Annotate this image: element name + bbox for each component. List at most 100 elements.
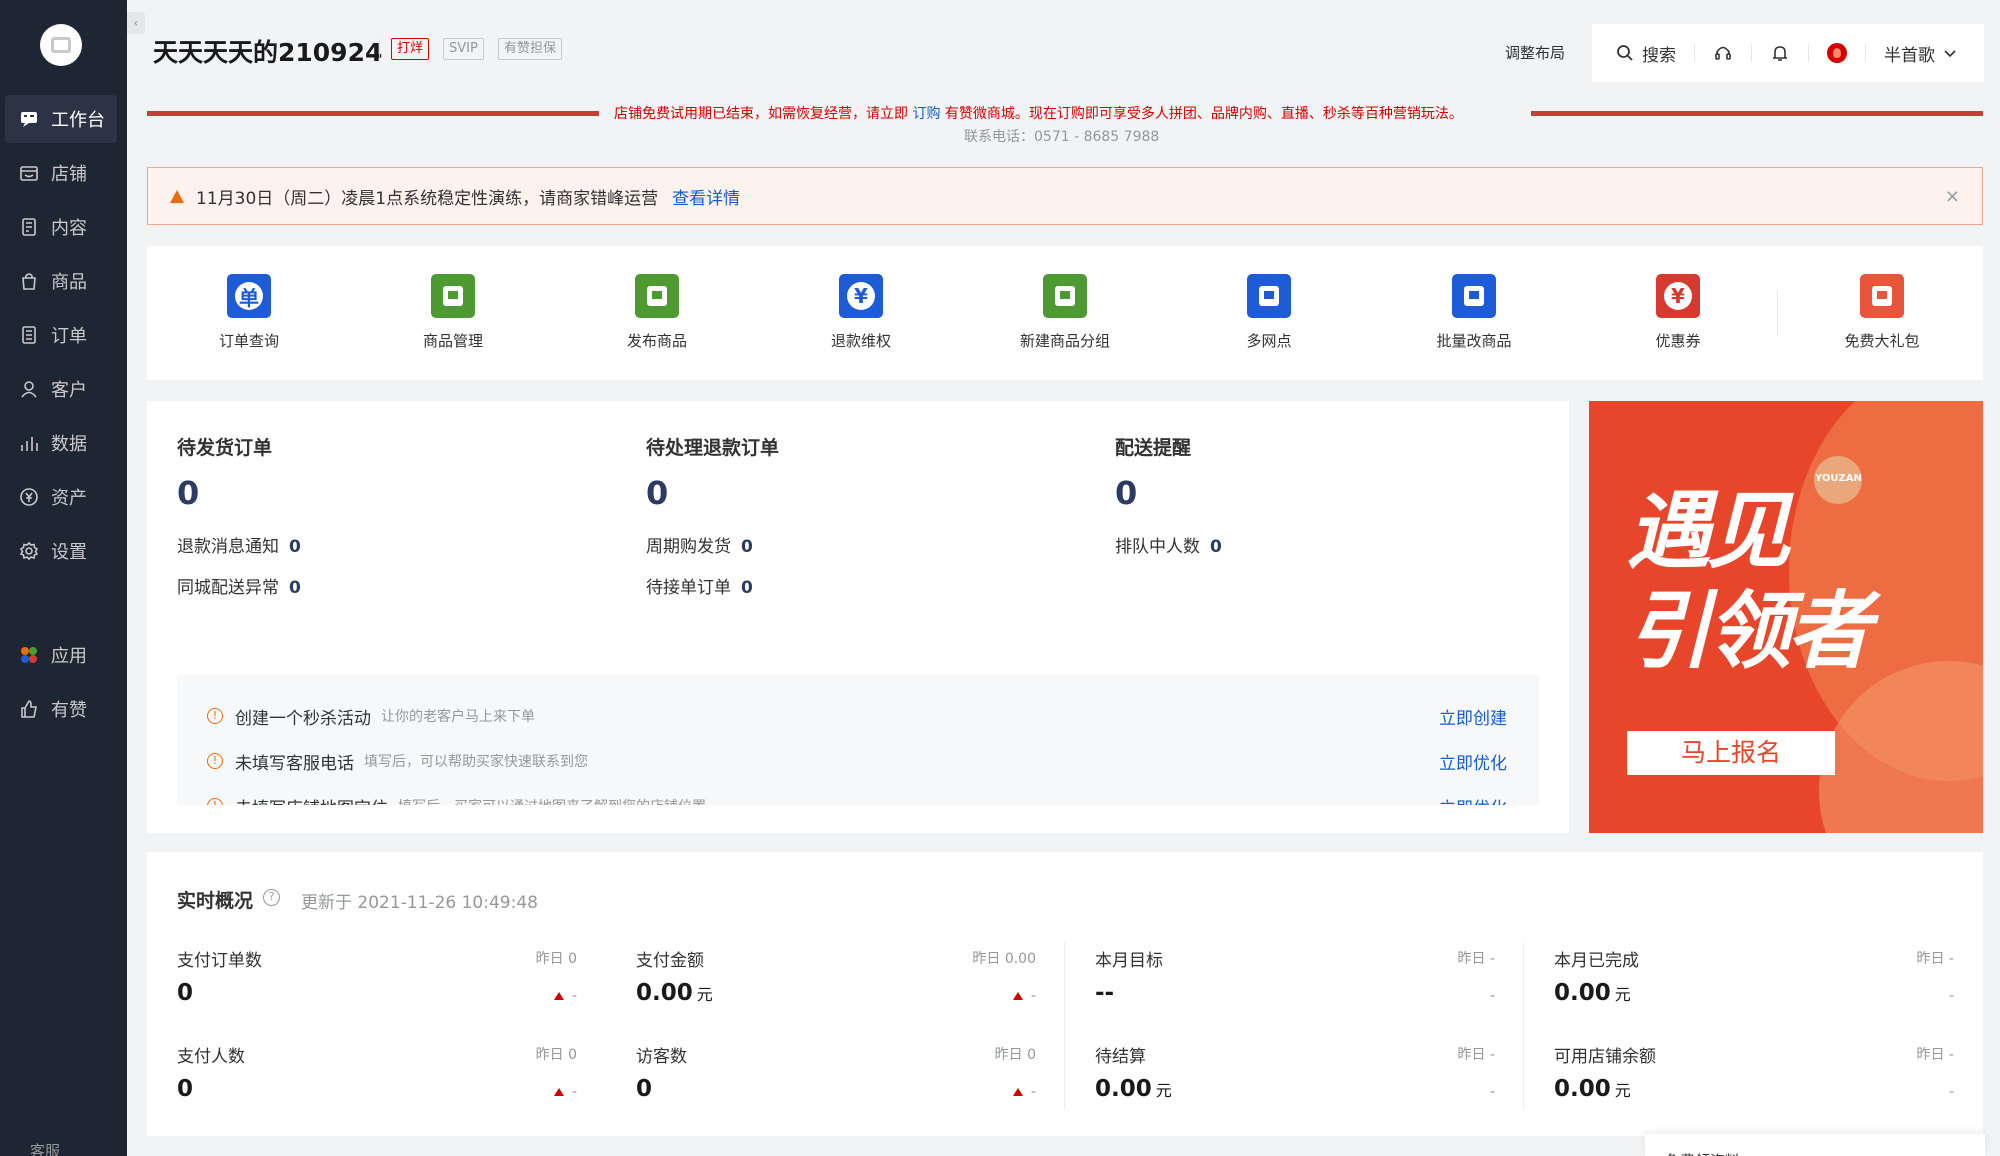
sidebar-item-workbench[interactable]: 工作台: [5, 95, 117, 143]
sidebar-collapse-button[interactable]: ‹: [127, 12, 145, 34]
close-icon[interactable]: ×: [1945, 186, 1960, 207]
tip-title: 创建一个秒杀活动: [235, 704, 371, 729]
sidebar-item-customer[interactable]: 客户: [5, 365, 117, 413]
optimize-now-link[interactable]: 立即优化: [1439, 794, 1507, 806]
pending-row[interactable]: 周期购发货0: [646, 532, 779, 557]
adjust-layout-button[interactable]: 调整布局: [1505, 42, 1565, 63]
publish-goods-icon: [635, 274, 679, 318]
quick-action-label: 新建商品分组: [985, 330, 1145, 351]
quick-action-label: 发布商品: [577, 330, 737, 351]
top-toolbar: 搜索 半首歌: [1592, 24, 1984, 82]
metric-card[interactable]: 支付人数昨日 00-: [177, 1042, 577, 1122]
quick-action-coupon[interactable]: ¥ 优惠券: [1598, 274, 1758, 351]
headset-icon[interactable]: [1713, 43, 1733, 63]
sidebar-item-asset[interactable]: 资产: [5, 473, 117, 521]
pending-row[interactable]: 退款消息通知0: [177, 532, 301, 557]
info-icon: !: [207, 798, 223, 805]
quick-action-label: 多网点: [1189, 330, 1349, 351]
quick-actions-divider: [1777, 290, 1778, 336]
quick-action-goods-group[interactable]: 新建商品分组: [985, 274, 1145, 351]
tip-item: ! 创建一个秒杀活动 让你的老客户马上来下单 立即创建: [207, 704, 1507, 728]
quick-action-goods-manage[interactable]: 商品管理: [373, 274, 533, 351]
metric-label: 支付订单数: [177, 946, 262, 971]
bell-icon[interactable]: [1770, 43, 1790, 63]
metric-value: 0.00元: [636, 980, 713, 1006]
banner-headline-line2: 引领者: [1627, 581, 1867, 681]
pending-count[interactable]: 0: [177, 474, 301, 512]
metric-card[interactable]: 待结算昨日 -0.00元-: [1095, 1042, 1495, 1122]
header-divider: [379, 39, 380, 57]
pending-title[interactable]: 待发货订单: [177, 433, 301, 460]
create-now-link[interactable]: 立即创建: [1439, 704, 1507, 729]
trend-up-icon: [554, 992, 564, 1000]
pending-count[interactable]: 0: [646, 474, 779, 512]
metric-card[interactable]: 本月目标昨日 ----: [1095, 946, 1495, 1026]
metric-change: -: [1013, 1084, 1036, 1100]
trial-divider-left: [147, 111, 599, 116]
metric-card[interactable]: 访客数昨日 00-: [636, 1042, 1036, 1122]
sidebar-item-youzan[interactable]: 有赞: [5, 685, 117, 733]
pending-column: 配送提醒 0 排队中人数0: [1115, 433, 1222, 557]
pending-row-label: 退款消息通知: [177, 537, 279, 557]
optimize-now-link[interactable]: 立即优化: [1439, 749, 1507, 774]
pending-row-value: 0: [289, 578, 301, 598]
metric-change: -: [1013, 988, 1036, 1004]
updated-timestamp: 更新于 2021-11-26 10:49:48: [301, 888, 538, 913]
pending-title[interactable]: 待处理退款订单: [646, 433, 779, 460]
pending-row[interactable]: 待接单订单0: [646, 573, 779, 598]
subscribe-link[interactable]: 订购: [912, 106, 940, 122]
metric-value: 0.00元: [1095, 1076, 1172, 1102]
customer-service-link[interactable]: 客服: [30, 1140, 60, 1156]
promo-banner[interactable]: YOUZAN 遇见 引领者 马上报名: [1589, 401, 1983, 833]
help-icon[interactable]: ?: [263, 889, 280, 906]
banner-headline: 遇见 引领者: [1627, 481, 1867, 681]
quick-action-label: 优惠券: [1598, 330, 1758, 351]
quick-action-refund[interactable]: ¥退款维权: [781, 274, 941, 351]
sidebar-item-store[interactable]: 店铺: [5, 149, 117, 197]
trial-text-after: 有赞微商城。现在订购即可享受多人拼团、品牌内购、直播、秒杀等百种营销玩法。: [945, 106, 1463, 122]
metric-yesterday: 昨日 -: [1916, 1044, 1954, 1064]
sidebar-item-order[interactable]: 订单: [5, 311, 117, 359]
sidebar-item-settings[interactable]: 设置: [5, 527, 117, 575]
sidebar-item-content[interactable]: 内容: [5, 203, 117, 251]
coupon-icon: ¥: [1656, 274, 1700, 318]
quick-actions-panel: 单订单查询商品管理 发布商品 ¥退款维权新建商品分组 多网点 批量改商品 ¥ 优惠券 免费大礼…: [147, 246, 1983, 380]
sidebar-item-goods[interactable]: 商品: [5, 257, 117, 305]
quick-action-publish-goods[interactable]: 发布商品: [577, 274, 737, 351]
pending-title[interactable]: 配送提醒: [1115, 433, 1222, 460]
search-button[interactable]: 搜索: [1616, 41, 1676, 66]
trend-up-icon: [554, 1088, 564, 1096]
data-icon: [19, 433, 39, 453]
metric-card[interactable]: 本月已完成昨日 -0.00元-: [1554, 946, 1954, 1026]
quick-action-label: 订单查询: [169, 330, 329, 351]
signup-now-button[interactable]: 马上报名: [1627, 731, 1835, 775]
sidebar-item-label: 应用: [51, 642, 87, 668]
sidebar-item-label: 内容: [51, 214, 87, 240]
metric-label: 待结算: [1095, 1042, 1146, 1067]
shop-logo[interactable]: [40, 24, 82, 66]
metric-card[interactable]: 支付订单数昨日 00-: [177, 946, 577, 1026]
quick-action-gift[interactable]: 免费大礼包: [1802, 274, 1962, 351]
goods-group-icon: [1043, 274, 1087, 318]
metric-change: -: [1490, 1084, 1495, 1100]
view-details-link[interactable]: 查看详情: [672, 184, 740, 209]
content-icon: [19, 217, 39, 237]
pending-row[interactable]: 同城配送异常0: [177, 573, 301, 598]
metric-card[interactable]: 支付金额昨日 0.000.00元-: [636, 946, 1036, 1026]
metric-card[interactable]: 可用店铺余额昨日 -0.00元-: [1554, 1042, 1954, 1122]
metric-change: -: [554, 988, 577, 1004]
free-resources-card[interactable]: 免费领资料: [1645, 1134, 1985, 1156]
quick-action-multi-store[interactable]: 多网点: [1189, 274, 1349, 351]
sidebar-item-data[interactable]: 数据: [5, 419, 117, 467]
section-title: 实时概况: [177, 886, 253, 913]
quick-action-order-query[interactable]: 单订单查询: [169, 274, 329, 351]
pending-row[interactable]: 排队中人数0: [1115, 532, 1222, 557]
sidebar-item-apps[interactable]: 应用: [5, 631, 117, 679]
metric-yesterday: 昨日 0: [995, 1044, 1036, 1064]
avatar[interactable]: [1827, 43, 1847, 63]
quick-action-label: 商品管理: [373, 330, 533, 351]
user-menu[interactable]: 半首歌: [1884, 41, 1957, 66]
asset-icon: [19, 487, 39, 507]
quick-action-batch-edit[interactable]: 批量改商品: [1394, 274, 1554, 351]
pending-count[interactable]: 0: [1115, 474, 1222, 512]
